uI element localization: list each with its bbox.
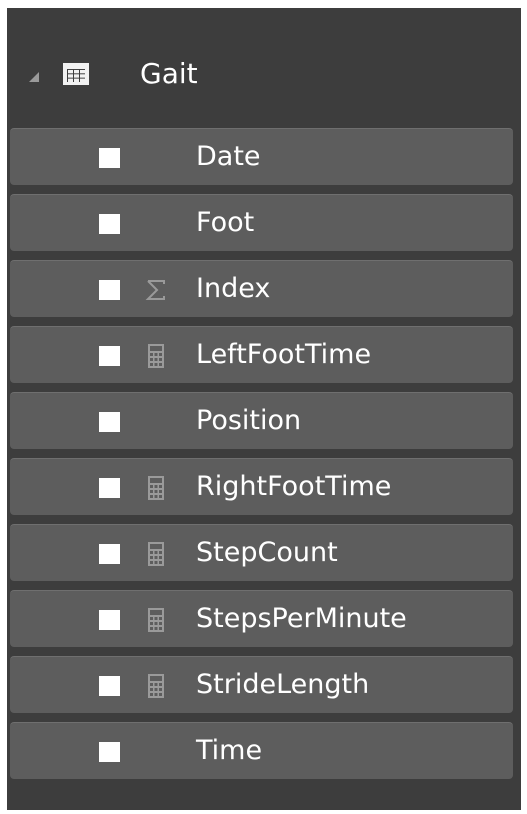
field-row-index[interactable]: Index <box>10 260 513 317</box>
calculator-icon <box>148 542 164 566</box>
field-row-date[interactable]: Date <box>10 128 513 185</box>
field-label: StepsPerMinute <box>196 603 407 634</box>
field-row-stepcount[interactable]: StepCount <box>10 524 513 581</box>
field-label: RightFootTime <box>196 471 392 502</box>
calculator-icon <box>148 476 164 500</box>
table-icon <box>63 63 89 85</box>
calculator-icon <box>148 344 164 368</box>
collapse-triangle-icon[interactable] <box>29 72 39 82</box>
field-checkbox[interactable] <box>99 742 120 762</box>
field-checkbox[interactable] <box>99 412 120 432</box>
field-checkbox[interactable] <box>99 346 120 366</box>
field-label: Position <box>196 405 302 436</box>
field-checkbox[interactable] <box>99 280 120 300</box>
field-label: StepCount <box>196 537 338 568</box>
field-checkbox[interactable] <box>99 214 120 234</box>
field-checkbox[interactable] <box>99 610 120 630</box>
field-row-stepsperminute[interactable]: StepsPerMinute <box>10 590 513 647</box>
field-row-stridelength[interactable]: StrideLength <box>10 656 513 713</box>
field-row-position[interactable]: Position <box>10 392 513 449</box>
field-row-foot[interactable]: Foot <box>10 194 513 251</box>
field-label: Date <box>196 141 261 172</box>
field-label: LeftFootTime <box>196 339 372 370</box>
field-row-rightfoottime[interactable]: RightFootTime <box>10 458 513 515</box>
fields-panel: Gait Date Foot Index LeftFootTime Positi… <box>7 8 521 810</box>
field-label: Time <box>196 735 263 766</box>
field-row-time[interactable]: Time <box>10 722 513 779</box>
field-checkbox[interactable] <box>99 478 120 498</box>
calculator-icon <box>148 608 164 632</box>
sigma-icon <box>145 280 165 300</box>
field-checkbox[interactable] <box>99 148 120 168</box>
field-checkbox[interactable] <box>99 676 120 696</box>
field-checkbox[interactable] <box>99 544 120 564</box>
field-label: Index <box>196 273 271 304</box>
field-label: Foot <box>196 207 255 238</box>
calculator-icon <box>148 674 164 698</box>
table-name: Gait <box>140 57 198 90</box>
table-header[interactable]: Gait <box>7 8 521 128</box>
field-row-leftfoottime[interactable]: LeftFootTime <box>10 326 513 383</box>
field-label: StrideLength <box>196 669 370 700</box>
